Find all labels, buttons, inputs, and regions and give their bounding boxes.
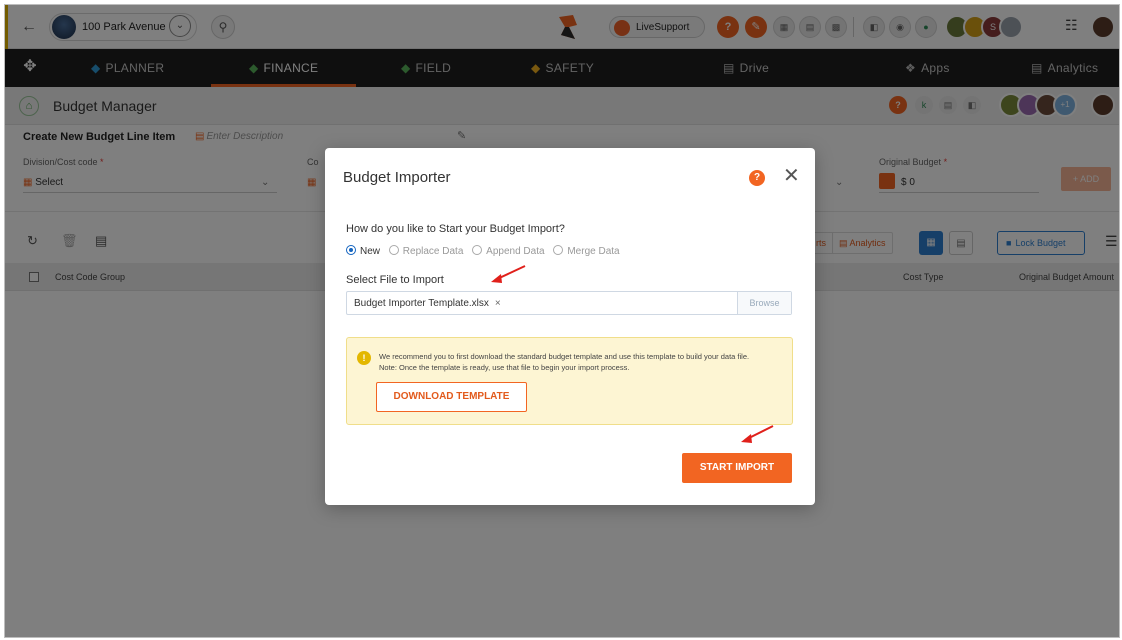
remove-file-icon[interactable]: ×: [495, 298, 501, 309]
info-icon: !: [357, 351, 371, 365]
app-window: ← 100 Park Avenue ⌄ ⚲ LiveSupport ? ✎ ▦ …: [4, 4, 1120, 638]
note-text: We recommend you to first download the s…: [379, 351, 789, 373]
budget-importer-dialog: Budget Importer ? ✕ How do you like to S…: [325, 148, 815, 505]
recommendation-note: ! We recommend you to first download the…: [346, 337, 793, 425]
radio-merge-data[interactable]: Merge Data: [553, 245, 620, 257]
dialog-title: Budget Importer: [343, 169, 451, 186]
annotation-arrow: [491, 265, 526, 283]
start-import-button[interactable]: START IMPORT: [682, 453, 792, 483]
radio-dot: [388, 245, 399, 255]
browse-button[interactable]: Browse: [737, 292, 791, 314]
radio-dot: [553, 245, 564, 255]
note-line: We recommend you to first download the s…: [379, 352, 750, 361]
radio-replace-data[interactable]: Replace Data: [388, 245, 463, 257]
radio-dot: [346, 245, 356, 255]
file-name: Budget Importer Template.xlsx: [354, 298, 489, 309]
file-input[interactable]: Budget Importer Template.xlsx × Browse: [346, 291, 792, 315]
select-file-label: Select File to Import: [346, 274, 444, 286]
annotation-arrow: [741, 425, 774, 443]
selected-file-chip: Budget Importer Template.xlsx ×: [354, 298, 501, 309]
note-line: Note: Once the template is ready, use th…: [379, 363, 630, 372]
radio-new[interactable]: New: [346, 245, 380, 257]
close-icon[interactable]: ✕: [783, 164, 800, 188]
radio-append-data[interactable]: Append Data: [472, 245, 545, 257]
import-question: How do you like to Start your Budget Imp…: [346, 223, 565, 235]
download-template-button[interactable]: DOWNLOAD TEMPLATE: [376, 382, 527, 412]
radio-dot: [472, 245, 483, 255]
help-icon[interactable]: ?: [749, 170, 765, 186]
import-mode-radios: New Replace Data Append Data Merge Data: [346, 245, 626, 257]
